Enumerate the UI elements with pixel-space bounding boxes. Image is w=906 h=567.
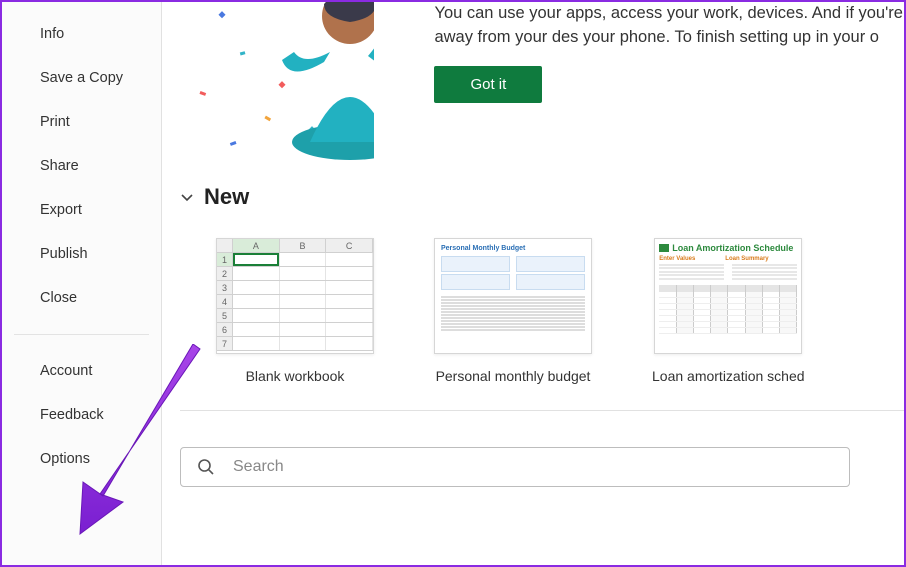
sidebar-item-export[interactable]: Export [2,188,161,232]
hero-banner: You can use your apps, access your work,… [180,2,904,162]
template-personal-monthly-budget[interactable]: Personal Monthly Budget Personal monthly… [434,238,592,384]
template-label: Personal monthly budget [436,368,591,384]
sidebar-item-feedback[interactable]: Feedback [2,393,161,437]
thumb-title: Loan Amortization Schedule [672,243,793,253]
template-blank-workbook[interactable]: A B C 1 2 3 4 5 6 7 Blank workbook [216,238,374,384]
template-label: Loan amortization sched [652,368,805,384]
sidebar-item-account[interactable]: Account [2,349,161,393]
template-label: Blank workbook [246,368,345,384]
template-loan-amortization-schedule[interactable]: Loan Amortization Schedule Enter Values … [652,238,805,384]
backstage-main: You can use your apps, access your work,… [162,2,904,565]
new-section-header[interactable]: New [180,184,904,210]
sidebar-item-share[interactable]: Share [2,144,161,188]
section-divider [180,410,904,411]
sidebar-item-print[interactable]: Print [2,100,161,144]
sidebar-item-save-a-copy[interactable]: Save a Copy [2,56,161,100]
chevron-down-icon [180,190,194,204]
section-title-new: New [204,184,249,210]
template-thumbnail: Personal Monthly Budget [434,238,592,354]
sidebar-item-options[interactable]: Options [2,437,161,481]
sidebar-item-publish[interactable]: Publish [2,232,161,276]
hero-illustration [180,2,374,162]
sidebar-bottom-section: Account Feedback Options [2,349,161,481]
template-thumbnail: Loan Amortization Schedule Enter Values … [654,238,802,354]
thumb-title: Personal Monthly Budget [441,245,585,252]
bank-icon [659,244,669,252]
sidebar-divider [14,334,149,335]
hero-description: You can use your apps, access your work,… [434,2,904,50]
search-icon [197,458,215,476]
sidebar-main-section: Info Save a Copy Print Share Export Publ… [2,12,161,320]
hero-text-block: You can use your apps, access your work,… [434,2,904,103]
search-box[interactable] [180,447,850,487]
sidebar-item-close[interactable]: Close [2,276,161,320]
backstage-sidebar: Info Save a Copy Print Share Export Publ… [2,2,162,565]
search-input[interactable] [233,458,833,476]
sidebar-item-info[interactable]: Info [2,12,161,56]
template-thumbnail: A B C 1 2 3 4 5 6 7 [216,238,374,354]
template-gallery: A B C 1 2 3 4 5 6 7 Blank workbook [180,238,904,384]
got-it-button[interactable]: Got it [434,66,542,103]
